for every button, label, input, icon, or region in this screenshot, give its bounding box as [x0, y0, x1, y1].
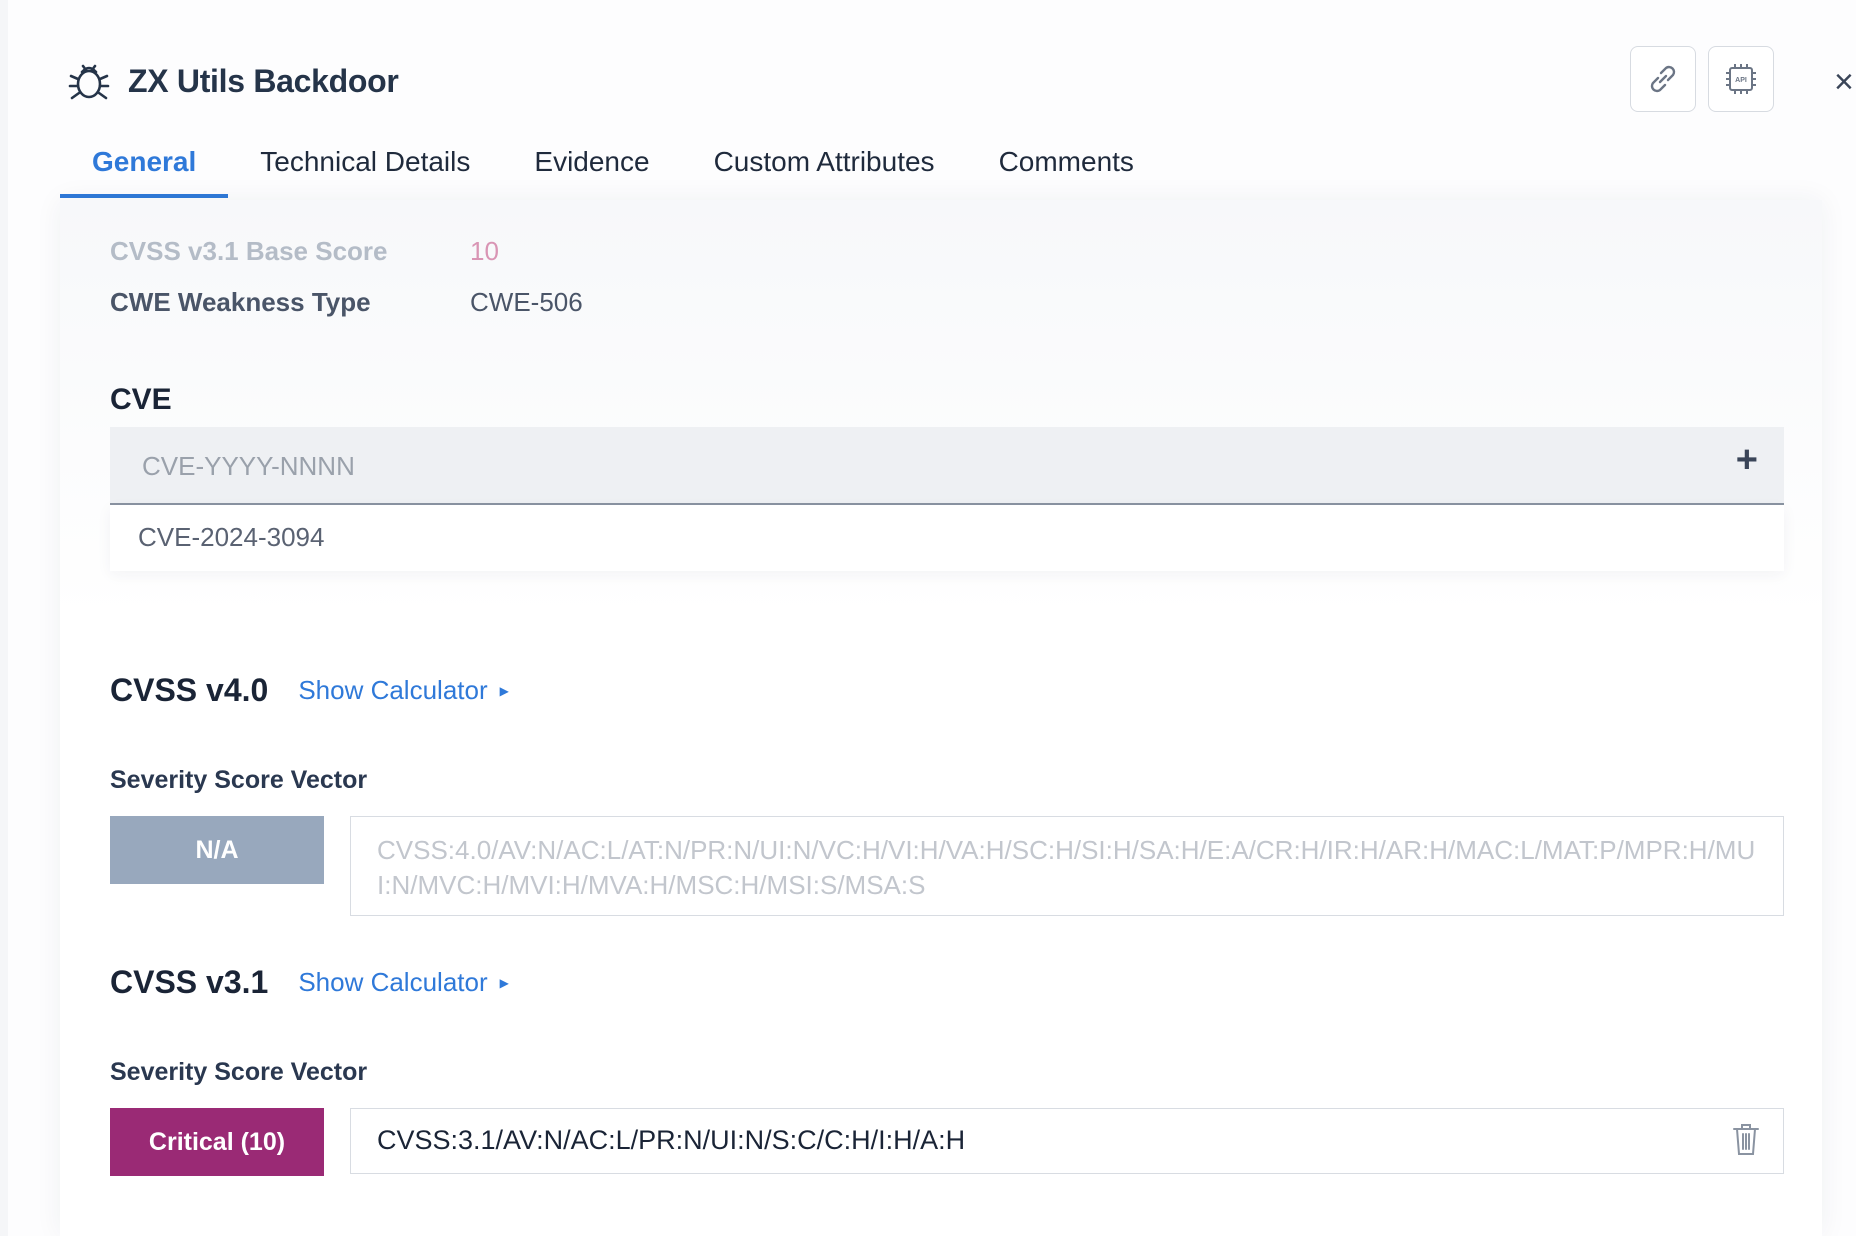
- cve-input[interactable]: CVE-YYYY-NNNN +: [110, 427, 1784, 505]
- caret-right-icon: ▶: [499, 683, 509, 698]
- api-chip-icon: API: [1726, 64, 1756, 94]
- panel-header: ZX Utils Backdoor: [68, 58, 399, 104]
- cve-list-item: CVE-2024-3094: [110, 505, 1784, 571]
- cvss-v31-vector-value: CVSS:3.1/AV:N/AC:L/PR:N/UI:N/S:C/C:H/I:H…: [377, 1125, 966, 1155]
- bug-icon: [68, 64, 110, 100]
- cvss-v4-show-calculator-link[interactable]: Show Calculator ▶: [298, 675, 509, 706]
- close-button[interactable]: ×: [1834, 62, 1856, 102]
- cve-section-title: CVE: [110, 383, 172, 416]
- api-button[interactable]: API: [1708, 46, 1774, 112]
- cvss31-base-score-value: 10: [470, 236, 499, 266]
- cvss-v31-heading: CVSS v3.1: [110, 964, 269, 1000]
- cwe-weakness-type-label: CWE Weakness Type: [110, 287, 371, 317]
- cvss-v31-header: CVSS v3.1 Show Calculator ▶: [110, 964, 509, 1001]
- general-tab-content: CVSS v3.1 Base Score 10 CWE Weakness Typ…: [60, 200, 1822, 1236]
- cvss-v4-heading: CVSS v4.0: [110, 672, 269, 708]
- tab-comments[interactable]: Comments: [967, 140, 1166, 192]
- cvss-v4-severity-badge: N/A: [110, 816, 324, 884]
- vulnerability-detail-panel: ZX Utils Backdoor API × General Technica…: [8, 0, 1856, 1236]
- copy-link-button[interactable]: [1630, 46, 1696, 112]
- tab-bar: General Technical Details Evidence Custo…: [60, 140, 1166, 198]
- cve-id: CVE-2024-3094: [138, 522, 325, 552]
- tab-custom-attributes[interactable]: Custom Attributes: [682, 140, 967, 192]
- cvss-v31-vector-label: Severity Score Vector: [110, 1058, 368, 1086]
- link-icon: [1650, 65, 1676, 93]
- add-cve-button[interactable]: +: [1736, 439, 1758, 482]
- tab-evidence[interactable]: Evidence: [502, 140, 681, 192]
- tab-general[interactable]: General: [60, 140, 229, 198]
- cve-input-placeholder: CVE-YYYY-NNNN: [142, 451, 355, 481]
- caret-right-icon: ▶: [499, 975, 509, 990]
- cwe-weakness-type-value: CWE-506: [470, 287, 583, 317]
- tab-technical-details[interactable]: Technical Details: [228, 140, 502, 192]
- svg-text:API: API: [1735, 77, 1747, 84]
- trash-icon[interactable]: [1731, 1121, 1761, 1157]
- cvss31-base-score-label: CVSS v3.1 Base Score: [110, 236, 388, 266]
- cvss-v4-vector-input[interactable]: CVSS:4.0/AV:N/AC:L/AT:N/PR:N/UI:N/VC:H/V…: [350, 816, 1784, 916]
- cvss-v31-show-calculator-link[interactable]: Show Calculator ▶: [298, 967, 509, 998]
- page-title: ZX Utils Backdoor: [128, 62, 399, 99]
- cvss-v4-header: CVSS v4.0 Show Calculator ▶: [110, 672, 509, 709]
- cvss-v31-vector-input[interactable]: CVSS:3.1/AV:N/AC:L/PR:N/UI:N/S:C/C:H/I:H…: [350, 1108, 1784, 1174]
- cvss-v4-vector-label: Severity Score Vector: [110, 766, 368, 794]
- cvss-v31-severity-badge: Critical (10): [110, 1108, 324, 1176]
